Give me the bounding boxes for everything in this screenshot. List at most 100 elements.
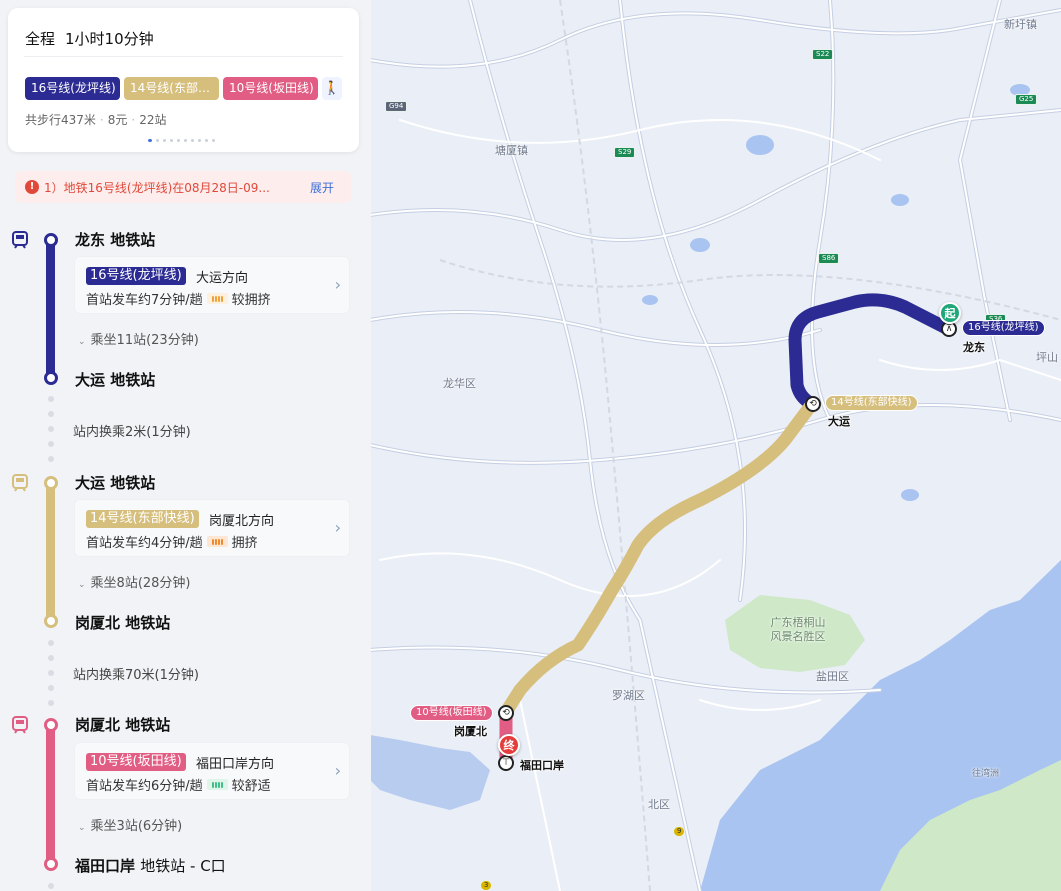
place-wangwanzhou: 往湾洲 bbox=[972, 769, 1000, 779]
place-pingshan: 坪山 bbox=[1036, 351, 1058, 364]
chevron-right-icon: › bbox=[334, 761, 341, 780]
map-tag-line16: 16号线(龙坪线) bbox=[962, 320, 1045, 336]
line-badge-14: 14号线(东部快线) bbox=[86, 510, 199, 528]
map-station-futian[interactable]: 福田口岸 bbox=[520, 757, 564, 773]
walk-dot bbox=[48, 411, 54, 417]
route-detail-panel: 全程 1小时10分钟 16号线(龙坪线) 14号线(东部快线) 10号线(坂田线)… bbox=[0, 0, 371, 891]
place-beiqu: 北区 bbox=[648, 798, 670, 811]
warning-icon: ! bbox=[25, 180, 39, 194]
line-badge-16: 16号线(龙坪线) bbox=[86, 267, 186, 285]
station-marker-futian[interactable]: ⊤ bbox=[498, 755, 514, 771]
metro-icon bbox=[12, 716, 28, 734]
walk-dot bbox=[48, 396, 54, 402]
node-dayun-2 bbox=[44, 476, 58, 490]
chip-line16[interactable]: 16号线(龙坪线) bbox=[25, 77, 120, 100]
road-shield-g94: G94 bbox=[385, 101, 408, 112]
leg-card-line16[interactable]: 16号线(龙坪线) 大运方向 首站发车约7分钟/趟 较拥挤 › bbox=[74, 256, 350, 314]
chip-line14[interactable]: 14号线(东部快线) bbox=[124, 77, 219, 100]
node-gangxiabei-2 bbox=[44, 718, 58, 732]
line10-track bbox=[46, 725, 55, 863]
metro-icon bbox=[12, 474, 28, 492]
place-yantian: 盐田区 bbox=[816, 670, 849, 683]
alight-station-3[interactable]: 福田口岸 地铁站 - C口 bbox=[75, 855, 226, 876]
walk-dot bbox=[48, 441, 54, 447]
alight-station-2[interactable]: 岗厦北 地铁站 bbox=[75, 612, 170, 633]
map-tag-line10: 10号线(坂田线) bbox=[410, 705, 493, 721]
walk-dot bbox=[48, 700, 54, 706]
node-gangxiabei bbox=[44, 614, 58, 628]
board-station-1[interactable]: 龙东 地铁站 bbox=[75, 229, 155, 250]
node-futian bbox=[44, 857, 58, 871]
line-badge-10: 10号线(坂田线) bbox=[86, 753, 186, 771]
expand-button[interactable]: 展开 bbox=[310, 179, 334, 196]
crowd-icon bbox=[206, 293, 228, 304]
walk-dot bbox=[48, 655, 54, 661]
map-station-longdong[interactable]: 龙东 bbox=[963, 339, 985, 355]
place-tangxia: 塘厦镇 bbox=[495, 144, 528, 157]
board-station-3[interactable]: 岗厦北 地铁站 bbox=[75, 714, 170, 735]
ride-toggle-1[interactable]: ⌄ 乘坐11站(23分钟) bbox=[78, 329, 199, 348]
road-shield-s86: S86 bbox=[818, 253, 840, 264]
frequency-row: 首站发车约7分钟/趟 较拥挤 bbox=[86, 289, 271, 308]
chip-line10[interactable]: 10号线(坂田线) bbox=[223, 77, 318, 100]
divider bbox=[24, 56, 343, 57]
walk-dot bbox=[48, 426, 54, 432]
direction: 岗厦北方向 bbox=[209, 514, 275, 529]
ride-toggle-3[interactable]: ⌄ 乘坐3站(6分钟) bbox=[78, 815, 182, 834]
walk-dot bbox=[48, 640, 54, 646]
line16-track bbox=[46, 240, 55, 378]
transfer-info-2: 站内换乘70米(1分钟) bbox=[73, 668, 199, 683]
alert-text: 1）地铁16号线(龙坪线)在08月28日-09... bbox=[44, 181, 270, 195]
total-duration: 1小时10分钟 bbox=[65, 30, 154, 48]
place-longhua: 龙华区 bbox=[443, 377, 476, 390]
leg-card-line10[interactable]: 10号线(坂田线) 福田口岸方向 首站发车约6分钟/趟 较舒适 › bbox=[74, 742, 350, 800]
place-luohu: 罗湖区 bbox=[612, 689, 645, 702]
crowd-level: 较拥挤 bbox=[231, 293, 271, 308]
crowd-icon bbox=[206, 536, 228, 547]
direction: 大运方向 bbox=[196, 271, 249, 286]
walk-icon: 🚶 bbox=[322, 77, 342, 100]
start-pin[interactable]: 起 bbox=[939, 302, 961, 324]
walk-dot bbox=[48, 883, 54, 889]
place-park: 广东梧桐山 风景名胜区 bbox=[770, 616, 826, 643]
ride-toggle-2[interactable]: ⌄ 乘坐8站(28分钟) bbox=[78, 572, 191, 591]
frequency-row: 首站发车约4分钟/趟 拥挤 bbox=[86, 532, 258, 551]
walk-distance: 共步行437米 bbox=[25, 113, 96, 127]
line-chips: 16号线(龙坪线) 14号线(东部快线) 10号线(坂田线) 🚶 bbox=[25, 77, 342, 100]
alight-station-1[interactable]: 大运 地铁站 bbox=[75, 369, 155, 390]
transfer-icon-gangxiabei[interactable]: ⟲ bbox=[498, 705, 514, 721]
direction: 福田口岸方向 bbox=[196, 757, 275, 772]
walk-dot bbox=[48, 685, 54, 691]
station-count: 22站 bbox=[139, 113, 167, 127]
end-pin[interactable]: 终 bbox=[498, 734, 520, 756]
board-station-2[interactable]: 大运 地铁站 bbox=[75, 472, 155, 493]
leg-card-line14[interactable]: 14号线(东部快线) 岗厦北方向 首站发车约4分钟/趟 拥挤 › bbox=[74, 499, 350, 557]
metro-icon bbox=[12, 231, 28, 249]
transfer-icon-dayun[interactable]: ⟲ bbox=[805, 396, 821, 412]
frequency-row: 首站发车约6分钟/趟 较舒适 bbox=[86, 775, 271, 794]
chevron-right-icon: › bbox=[334, 275, 341, 294]
map-station-dayun[interactable]: 大运 bbox=[828, 413, 850, 429]
summary-title: 全程 1小时10分钟 bbox=[25, 28, 154, 49]
walk-dot bbox=[48, 456, 54, 462]
map-station-gangxiabei[interactable]: 岗厦北 bbox=[454, 723, 487, 739]
crowd-level: 拥挤 bbox=[231, 536, 258, 551]
summary-label: 全程 bbox=[25, 30, 56, 48]
line14-track bbox=[46, 483, 55, 621]
place-xinxu: 新圩镇 bbox=[1004, 18, 1037, 31]
road-shield-s29: S29 bbox=[614, 147, 636, 158]
road-shield-g25: G25 bbox=[1015, 94, 1038, 105]
node-dayun bbox=[44, 371, 58, 385]
transfer-info-1: 站内换乘2米(1分钟) bbox=[73, 425, 191, 440]
chevron-right-icon: › bbox=[334, 518, 341, 537]
crowd-icon bbox=[206, 779, 228, 790]
walk-dot bbox=[48, 670, 54, 676]
service-alert[interactable]: ! 1）地铁16号线(龙坪线)在08月28日-09... 展开 bbox=[15, 171, 351, 203]
map-tag-line14: 14号线(东部快线) bbox=[825, 395, 918, 411]
road-shield-s22: S22 bbox=[812, 49, 834, 60]
fare: 8元 bbox=[107, 113, 128, 127]
route-meta: 共步行437米 · 8元 · 22站 bbox=[25, 113, 167, 127]
page-indicator[interactable] bbox=[148, 139, 215, 142]
route-summary-card[interactable]: 全程 1小时10分钟 16号线(龙坪线) 14号线(东部快线) 10号线(坂田线)… bbox=[8, 8, 359, 152]
node-longdong bbox=[44, 233, 58, 247]
